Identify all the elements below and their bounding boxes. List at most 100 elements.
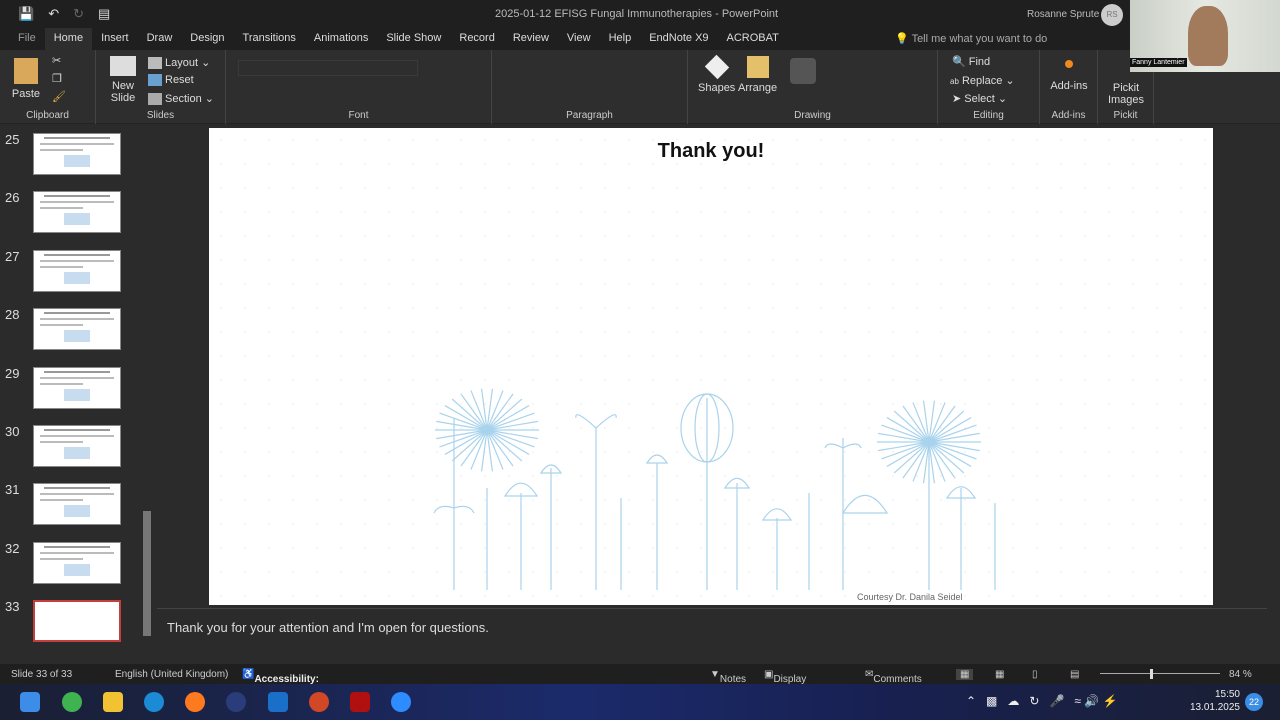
redo-icon[interactable]: ↻ [73, 6, 84, 22]
status-bar: Slide 33 of 33 English (United Kingdom) … [0, 664, 1280, 696]
tab-animations[interactable]: Animations [305, 28, 377, 50]
tab-design[interactable]: Design [181, 28, 233, 50]
undo-icon[interactable]: ↶ [48, 6, 59, 22]
zoom-level[interactable]: 84 % [1229, 669, 1252, 680]
reading-view-icon[interactable]: ▯ [1032, 669, 1038, 680]
thumbnail-scrollbar[interactable] [141, 126, 153, 662]
plant-illustration [433, 388, 996, 590]
tab-transitions[interactable]: Transitions [234, 28, 305, 50]
tab-view[interactable]: View [558, 28, 600, 50]
pickit-images-button[interactable]: Pickit Images [1104, 82, 1148, 106]
slide-thumbnail[interactable] [33, 249, 121, 292]
avatar[interactable]: RS [1101, 4, 1123, 26]
quick-styles-icon [790, 58, 816, 84]
scrollbar-thumb[interactable] [143, 511, 151, 636]
group-label: Paragraph [566, 110, 613, 121]
format-painter-icon[interactable]: 🖌 [52, 90, 66, 103]
find-button[interactable]: 🔍 Find [952, 55, 990, 68]
slide-scrollbar[interactable] [1264, 124, 1280, 664]
layout-button[interactable]: Layout ⌄ [148, 56, 210, 70]
tab-acrobat[interactable]: ACROBAT [718, 28, 788, 50]
select-button[interactable]: ➤ Select ⌄ [952, 92, 1007, 105]
slides-group: New Slide Layout ⌄ Reset Section ⌄ Slide… [96, 50, 226, 124]
slide-thumbnail[interactable] [33, 366, 121, 409]
zoom-app-icon[interactable] [391, 692, 411, 712]
thumbnail-number: 27 [5, 248, 20, 264]
slide-counter: Slide 33 of 33 [11, 669, 73, 680]
firefox-icon[interactable] [185, 692, 205, 712]
accessibility-button[interactable]: ♿ Accessibility: Investigate [242, 669, 319, 696]
slide-thumbnail[interactable] [33, 600, 121, 643]
tell-me-search[interactable]: 💡 Tell me what you want to do [895, 32, 1047, 45]
group-label: Pickit [1113, 110, 1138, 121]
edge-icon[interactable] [144, 692, 164, 712]
thumbnail-number: 32 [5, 540, 20, 556]
replace-button[interactable]: ab Replace ⌄ [950, 74, 1015, 87]
tab-slide-show[interactable]: Slide Show [377, 28, 450, 50]
copy-icon[interactable]: ❐ [52, 72, 62, 85]
shapes-button[interactable]: Shapes [698, 54, 735, 94]
thumbnail-number: 30 [5, 424, 20, 439]
thumbnail-number: 31 [5, 482, 20, 498]
system-tray[interactable]: ⌃ ▩ ☁ ↻ 🎤 ≈ 🔊 ⚡ [966, 694, 1118, 708]
user-name: Rosanne Sprute [1027, 9, 1100, 20]
section-button[interactable]: Section ⌄ [148, 92, 214, 106]
slide-canvas[interactable]: Thank you! Courtesy Dr. Danila Seidel [209, 128, 1213, 605]
slide-sorter-icon[interactable]: ▦ [995, 669, 1004, 680]
file-explorer-icon[interactable] [103, 692, 123, 712]
tab-review[interactable]: Review [504, 28, 558, 50]
thumbnail-number: 25 [5, 132, 20, 147]
zoom-slider-thumb[interactable] [1150, 669, 1153, 679]
ribbon: Paste ✂ ❐ 🖌 Clipboard New Slide Layout ⌄… [0, 50, 1280, 124]
video-feed: Fanny Lantemier [1130, 0, 1280, 72]
outlook-icon[interactable] [268, 692, 288, 712]
font-name-select[interactable] [238, 60, 418, 76]
present-icon[interactable]: ▤ [98, 6, 110, 22]
taskbar: ⌃ ▩ ☁ ↻ 🎤 ≈ 🔊 ⚡ 15:50 13.01.2025 22 [0, 684, 1280, 720]
addins-button[interactable]: Add-ins [1048, 60, 1090, 92]
image-credit[interactable]: Courtesy Dr. Danila Seidel [857, 592, 963, 602]
clock[interactable]: 15:50 13.01.2025 [1188, 688, 1240, 714]
slide-thumbnail[interactable] [33, 133, 121, 175]
reset-button[interactable]: Reset [148, 74, 194, 87]
save-icon[interactable]: 💾 [18, 6, 34, 22]
paste-button[interactable]: Paste [10, 58, 42, 100]
arrange-button[interactable]: Arrange [738, 56, 777, 94]
notification-badge[interactable]: 22 [1245, 693, 1263, 711]
slide-thumbnail[interactable] [33, 483, 121, 526]
group-label: Slides [146, 110, 175, 121]
slide-thumbnail[interactable] [33, 191, 121, 234]
notes-pane[interactable]: Thank you for your attention and I'm ope… [157, 608, 1267, 663]
slide-thumbnail[interactable] [33, 541, 121, 584]
group-label: Drawing [794, 110, 831, 121]
tab-file[interactable]: File [0, 28, 45, 50]
notes-button[interactable]: ▼ Notes [710, 669, 746, 685]
zoom-slider[interactable] [1100, 673, 1220, 674]
participant-image [1188, 6, 1228, 66]
new-slide-button[interactable]: New Slide [104, 56, 142, 104]
tab-home[interactable]: Home [44, 28, 93, 50]
tab-endnote-x9[interactable]: EndNote X9 [640, 28, 717, 50]
slide-thumbnail[interactable] [33, 308, 121, 351]
tab-draw[interactable]: Draw [138, 28, 182, 50]
normal-view-icon[interactable]: ▦ [956, 669, 974, 680]
clipboard-group: Paste ✂ ❐ 🖌 Clipboard [0, 50, 96, 124]
group-label: Font [348, 110, 369, 121]
tab-insert[interactable]: Insert [92, 28, 138, 50]
tab-record[interactable]: Record [450, 28, 503, 50]
chat-app-icon[interactable] [62, 692, 82, 712]
language-indicator[interactable]: English (United Kingdom) [115, 669, 228, 680]
slideshow-view-icon[interactable]: ▤ [1070, 669, 1079, 680]
windows-start-icon[interactable] [20, 692, 40, 712]
acrobat-icon[interactable] [350, 692, 370, 712]
webex-icon[interactable] [226, 692, 246, 712]
drawing-group: Shapes Arrange Drawing [688, 50, 938, 124]
cut-icon[interactable]: ✂ [52, 54, 61, 67]
slide-thumbnail[interactable] [33, 425, 121, 467]
tab-help[interactable]: Help [600, 28, 641, 50]
comments-button[interactable]: ✉ Comments [865, 669, 922, 685]
powerpoint-icon[interactable] [309, 692, 329, 712]
thumbnail-number: 28 [5, 307, 20, 323]
notes-text[interactable]: Thank you for your attention and I'm ope… [167, 620, 489, 635]
display-settings-button[interactable]: ▣ Display Settings [764, 669, 810, 696]
